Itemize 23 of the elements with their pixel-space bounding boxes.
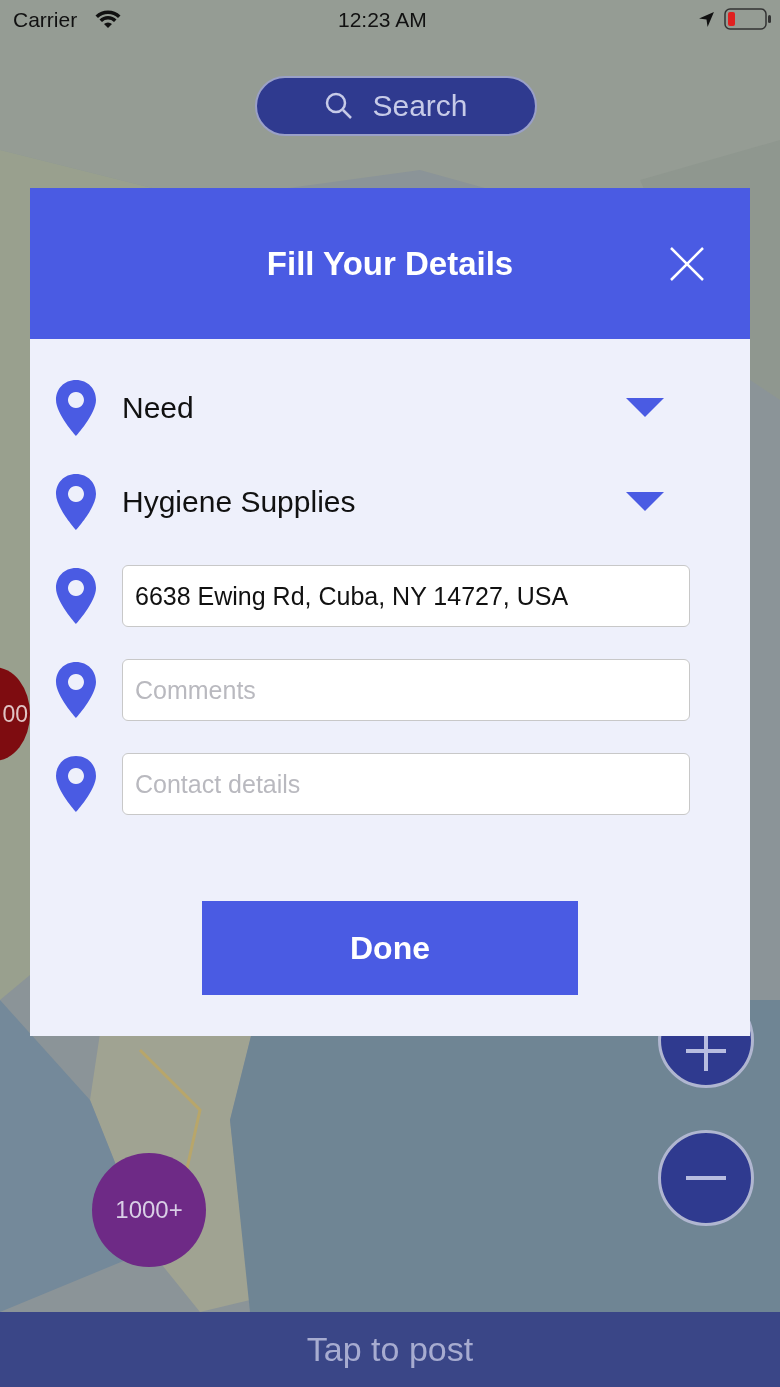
- dialog-title: Fill Your Details: [266, 244, 514, 283]
- caret-icon: [626, 492, 664, 512]
- location-pin-icon: [54, 754, 98, 814]
- minus-icon: [686, 1176, 726, 1180]
- dropdown-select[interactable]: Hygiene Supplies: [122, 485, 690, 519]
- clock-time: 12:23 AM: [338, 8, 427, 32]
- input-field[interactable]: 6638 Ewing Rd, Cuba, NY 14727, USA: [122, 565, 690, 627]
- location-pin-icon: [54, 660, 98, 720]
- wifi-icon: [95, 9, 121, 29]
- input-field[interactable]: Comments: [122, 659, 690, 721]
- dropdown-select[interactable]: Need: [122, 391, 690, 425]
- location-pin-icon: [54, 472, 98, 532]
- tap-to-post-bar[interactable]: Tap to post: [0, 1312, 780, 1387]
- location-pin-icon: [54, 378, 98, 438]
- location-pin-icon: [54, 566, 98, 626]
- search-button[interactable]: Search: [255, 76, 537, 136]
- location-arrow-icon: [698, 11, 715, 28]
- close-icon: [669, 246, 705, 282]
- done-button[interactable]: Done: [202, 901, 578, 995]
- input-field[interactable]: Contact details: [122, 753, 690, 815]
- battery-icon: [724, 8, 772, 30]
- caret-icon: [626, 398, 664, 418]
- carrier-name: Carrier: [13, 8, 78, 32]
